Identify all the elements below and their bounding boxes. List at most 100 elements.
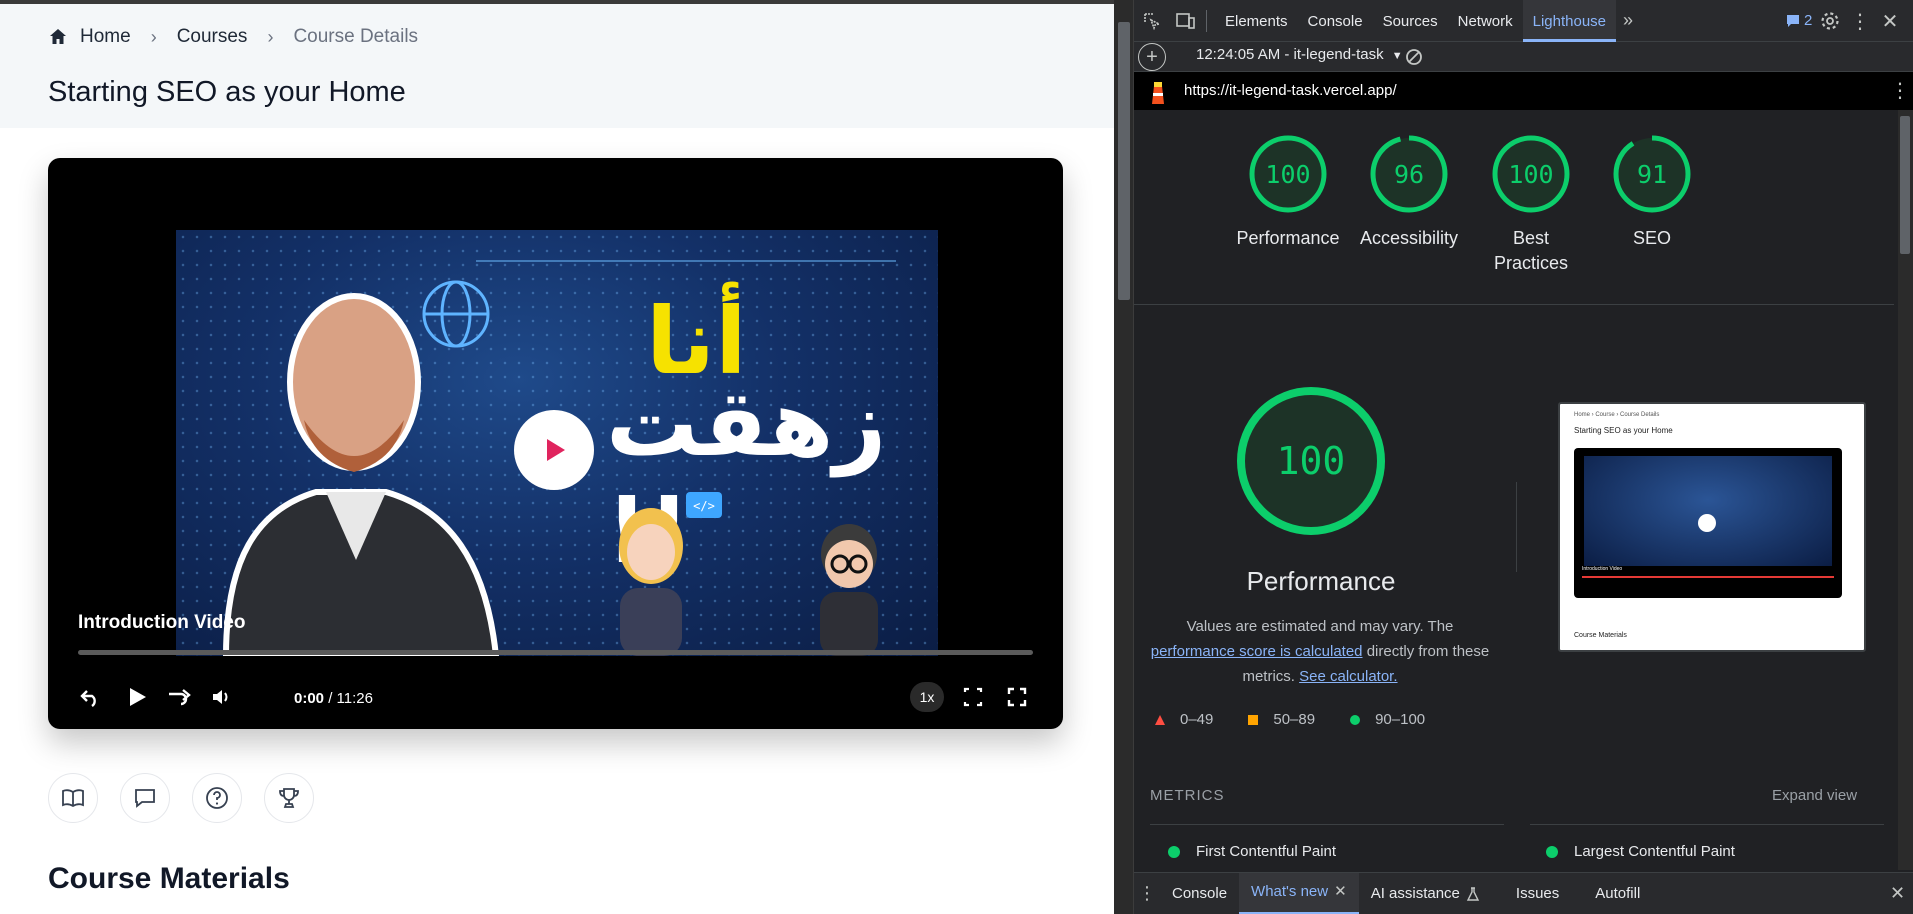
screenshot-progress bbox=[1582, 576, 1834, 578]
rewind-icon[interactable] bbox=[78, 684, 104, 710]
metrics-heading: METRICS bbox=[1150, 787, 1225, 804]
issues-count: 2 bbox=[1804, 12, 1813, 29]
video-player[interactable]: أنا زهقت !! </> Introduction Vi bbox=[48, 158, 1063, 729]
video-time: 0:00 / 11:26 bbox=[294, 690, 373, 707]
close-drawer-icon[interactable]: ✕ bbox=[1890, 883, 1905, 904]
page-scrollbar-thumb[interactable] bbox=[1118, 22, 1130, 300]
playback-speed-button[interactable]: 1x bbox=[910, 682, 944, 712]
time-total: / 11:26 bbox=[328, 690, 373, 707]
see-calculator-link[interactable]: See calculator. bbox=[1299, 668, 1397, 685]
final-screenshot-thumbnail[interactable]: Home › Course › Course Details Starting … bbox=[1558, 402, 1866, 652]
tab-console[interactable]: Console bbox=[1298, 0, 1373, 42]
audited-url[interactable]: https://it-legend-task.vercel.app/ bbox=[1184, 82, 1397, 99]
clear-icon[interactable] bbox=[1402, 45, 1426, 69]
gauge-ring: 100 bbox=[1248, 134, 1328, 214]
tab-elements[interactable]: Elements bbox=[1215, 0, 1298, 42]
score-calculated-link[interactable]: performance score is calculated bbox=[1151, 643, 1363, 660]
questions-button[interactable] bbox=[192, 773, 242, 823]
legend-label: 0–49 bbox=[1180, 711, 1214, 728]
breadcrumb-home[interactable]: Home bbox=[48, 26, 131, 48]
comments-button[interactable] bbox=[120, 773, 170, 823]
gauge-score: 96 bbox=[1393, 159, 1425, 189]
legend-label: 90–100 bbox=[1375, 711, 1426, 728]
lighthouse-scrollbar[interactable] bbox=[1898, 110, 1913, 870]
drawer-tab-autofill[interactable]: Autofill bbox=[1583, 873, 1652, 914]
kebab-menu-icon[interactable]: ⋮ bbox=[1890, 78, 1910, 103]
legend-fail: 0–49 bbox=[1154, 711, 1213, 728]
breadcrumb-current: Course Details bbox=[293, 26, 419, 47]
devtools-drawer-tabs: ⋮ Console What's new ✕ AI assistance Iss… bbox=[1134, 872, 1913, 914]
lighthouse-url-bar: https://it-legend-task.vercel.app/ ⋮ bbox=[1134, 72, 1913, 110]
screenshot-footer: Course Materials bbox=[1574, 632, 1627, 639]
screenshot-video-frame bbox=[1584, 456, 1832, 566]
device-toolbar-icon[interactable] bbox=[1174, 9, 1198, 33]
page-header: Home › Courses › Course Details Starting… bbox=[0, 4, 1114, 128]
play-icon[interactable] bbox=[124, 684, 150, 710]
play-icon bbox=[547, 439, 565, 461]
drawer-tab-ai-assistance[interactable]: AI assistance bbox=[1359, 873, 1492, 914]
help-circle-icon bbox=[206, 787, 228, 809]
gauge-seo[interactable]: 91 SEO bbox=[1592, 134, 1712, 251]
volume-icon[interactable] bbox=[208, 684, 234, 710]
message-icon bbox=[135, 789, 155, 808]
score-gauges: 100 Performance 96 Accessibility 100 Bes… bbox=[1134, 110, 1894, 305]
drawer-menu-icon[interactable]: ⋮ bbox=[1134, 883, 1160, 904]
gauge-score: 100 bbox=[1265, 159, 1311, 189]
gauge-performance[interactable]: 100 Performance bbox=[1228, 134, 1348, 251]
gauge-ring: 96 bbox=[1369, 134, 1449, 214]
video-caption: Introduction Video bbox=[78, 612, 246, 633]
flask-icon bbox=[1466, 886, 1480, 901]
legend-label: 50–89 bbox=[1273, 711, 1316, 728]
new-report-plus-icon[interactable]: + bbox=[1138, 43, 1166, 71]
play-overlay-button[interactable] bbox=[514, 410, 594, 490]
circle-icon bbox=[1350, 714, 1361, 725]
screenshot-caption: Introduction Video bbox=[1582, 566, 1623, 572]
more-tabs-icon[interactable]: » bbox=[1616, 9, 1640, 33]
performance-score: 100 bbox=[1276, 439, 1346, 483]
forward-icon[interactable] bbox=[166, 684, 192, 710]
video-progress-bar[interactable] bbox=[78, 650, 1033, 655]
gauge-label: Best Practices bbox=[1493, 228, 1569, 273]
desc-text-1: Values are estimated and may vary. The bbox=[1186, 618, 1454, 635]
lighthouse-scrollbar-thumb[interactable] bbox=[1900, 116, 1910, 254]
inspect-element-icon[interactable] bbox=[1140, 9, 1164, 33]
kebab-menu-icon[interactable]: ⋮ bbox=[1848, 9, 1872, 33]
leaderboard-button[interactable] bbox=[264, 773, 314, 823]
screenshot-breadcrumb: Home › Course › Course Details bbox=[1574, 412, 1660, 418]
screenshot-title: Starting SEO as your Home bbox=[1574, 426, 1673, 435]
report-selector[interactable]: 12:24:05 AM - it-legend-task ▼ bbox=[1196, 46, 1403, 63]
close-icon[interactable]: ✕ bbox=[1334, 874, 1347, 910]
pass-dot-icon bbox=[1546, 845, 1558, 858]
gauge-label: Accessibility bbox=[1359, 228, 1459, 248]
time-current: 0:00 bbox=[294, 690, 325, 707]
course-materials-heading: Course Materials bbox=[48, 862, 290, 895]
settings-gear-icon[interactable] bbox=[1818, 9, 1842, 33]
curriculum-button[interactable] bbox=[48, 773, 98, 823]
performance-heading: Performance bbox=[1246, 566, 1396, 596]
screenshot-video: Introduction Video bbox=[1574, 448, 1842, 598]
fullscreen-icon[interactable] bbox=[1004, 684, 1030, 710]
drawer-tab-whats-new[interactable]: What's new ✕ bbox=[1239, 872, 1359, 914]
tab-network[interactable]: Network bbox=[1448, 0, 1523, 42]
tab-sources[interactable]: Sources bbox=[1373, 0, 1448, 42]
tab-lighthouse[interactable]: Lighthouse bbox=[1522, 0, 1617, 42]
legend-pass: 90–100 bbox=[1349, 711, 1425, 728]
breadcrumb-courses[interactable]: Courses bbox=[177, 26, 248, 48]
expand-view-toggle[interactable]: Expand view bbox=[1772, 787, 1857, 804]
page-scrollbar[interactable] bbox=[1114, 0, 1134, 914]
issues-badge[interactable]: 2 bbox=[1786, 12, 1812, 29]
web-page: Home › Courses › Course Details Starting… bbox=[0, 0, 1114, 914]
gauge-ring: 91 bbox=[1612, 134, 1692, 214]
gauge-label: Performance bbox=[1236, 228, 1340, 248]
drawer-tab-console[interactable]: Console bbox=[1160, 873, 1239, 914]
close-icon[interactable]: ✕ bbox=[1878, 9, 1902, 33]
gauge-label: SEO bbox=[1632, 228, 1671, 248]
drawer-tab-issues[interactable]: Issues bbox=[1504, 873, 1571, 914]
gauge-score: 91 bbox=[1636, 159, 1668, 189]
gauge-accessibility[interactable]: 96 Accessibility bbox=[1349, 134, 1469, 251]
globe-icon bbox=[422, 280, 490, 348]
score-legend: 0–49 50–89 90–100 bbox=[1154, 711, 1514, 728]
gauge-best-practices[interactable]: 100 Best Practices bbox=[1471, 134, 1591, 276]
theater-mode-icon[interactable] bbox=[960, 684, 986, 710]
drawer-tab-label: AI assistance bbox=[1370, 884, 1460, 902]
